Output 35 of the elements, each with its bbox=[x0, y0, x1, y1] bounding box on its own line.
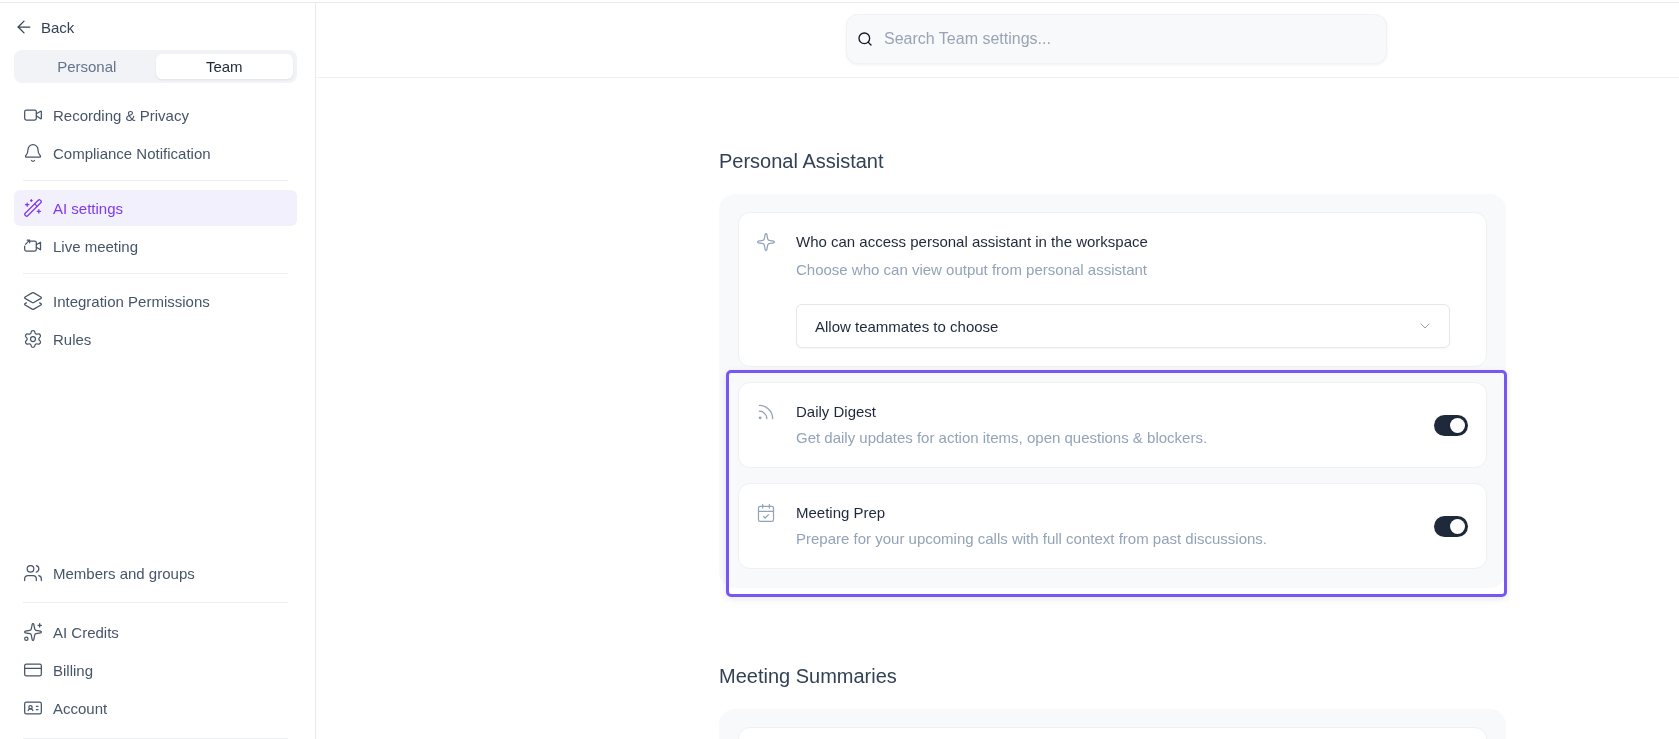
nav-item[interactable]: Account bbox=[14, 690, 297, 726]
setting-title: Daily Digest bbox=[796, 402, 878, 422]
magic-wand-icon bbox=[23, 198, 43, 218]
nav-item[interactable]: Rules bbox=[14, 321, 297, 357]
layers-icon bbox=[23, 291, 43, 311]
scope-tab[interactable]: Team bbox=[155, 54, 293, 79]
sparkle-icon bbox=[756, 232, 776, 252]
nav-item[interactable]: Billing bbox=[14, 652, 297, 688]
nav-item[interactable]: AI Credits bbox=[14, 614, 297, 650]
sparkles-icon bbox=[23, 622, 43, 642]
users-icon bbox=[23, 563, 43, 583]
nav-item[interactable]: Recording & Privacy bbox=[14, 97, 297, 133]
rss-icon bbox=[756, 402, 776, 422]
nav-item[interactable]: AI settings bbox=[14, 190, 297, 226]
section-heading: Meeting Summaries bbox=[719, 664, 898, 689]
toggle-switch[interactable] bbox=[1434, 414, 1468, 436]
setting-description: Choose who can view output from personal assistant bbox=[796, 260, 1149, 280]
section-heading: Personal Assistant bbox=[719, 149, 885, 174]
setting-title: Meeting Prep bbox=[796, 503, 887, 523]
bell-icon bbox=[23, 143, 43, 163]
search-field[interactable]: Search Team settings... bbox=[846, 14, 1387, 64]
nav-item[interactable]: Compliance Notification bbox=[14, 135, 297, 171]
nav-item[interactable]: Members and groups bbox=[14, 555, 297, 591]
select-field[interactable]: Allow teammates to choose bbox=[796, 304, 1450, 348]
calendar-check-icon bbox=[756, 503, 776, 523]
gear-icon bbox=[23, 329, 43, 349]
scope-tab[interactable]: Personal bbox=[18, 54, 156, 79]
setting-description: Prepare for your upcoming calls with full context from past discussions. bbox=[796, 529, 1269, 549]
setting-title: Who can access personal assistant in the workspace bbox=[796, 232, 1149, 252]
nav-item[interactable]: Integration Permissions bbox=[14, 283, 297, 319]
search-icon bbox=[857, 31, 873, 47]
toggle-switch[interactable] bbox=[1434, 515, 1468, 537]
back-link[interactable]: Back bbox=[14, 14, 75, 40]
nav-item[interactable]: Live meeting bbox=[14, 228, 297, 264]
setting-description: Get daily updates for action items, open questions & blockers. bbox=[796, 428, 1209, 448]
